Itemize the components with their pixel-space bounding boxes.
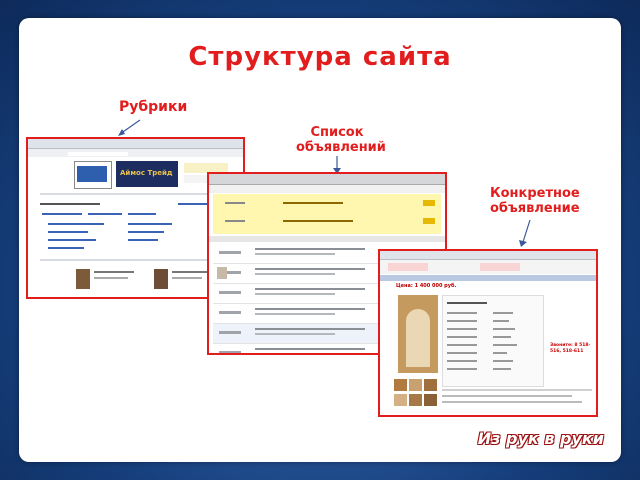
item-thumb bbox=[394, 394, 407, 406]
item-thumb bbox=[409, 394, 422, 406]
highlighted-listings bbox=[213, 194, 441, 234]
ad-banner: Аймос Трейд bbox=[116, 161, 178, 187]
item-thumb bbox=[424, 394, 437, 406]
label-list: Список объявлений bbox=[296, 125, 386, 155]
label-item: Конкретное объявление bbox=[490, 186, 580, 216]
item-price: Цена: 1 400 000 руб. bbox=[396, 283, 457, 289]
item-thumb bbox=[424, 379, 437, 391]
label-item-line1: Конкретное bbox=[490, 186, 580, 201]
label-item-line2: объявление bbox=[490, 201, 580, 216]
ad-banner-text: Аймос Трейд bbox=[120, 169, 173, 177]
browser-address-bar bbox=[28, 149, 243, 157]
slide-title: Структура сайта bbox=[188, 42, 452, 72]
screenshot-item-page: Цена: 1 400 000 руб. Звоните: 8 518-516,… bbox=[378, 249, 598, 417]
label-list-line2: объявлений bbox=[296, 140, 386, 155]
browser-toolbar bbox=[28, 139, 243, 149]
item-thumb bbox=[409, 379, 422, 391]
brand-logo: Из рук в руки bbox=[477, 429, 604, 448]
item-thumb bbox=[394, 379, 407, 391]
arrow-item-icon bbox=[519, 219, 531, 247]
thumbnail-2 bbox=[154, 269, 168, 289]
label-list-line1: Список bbox=[310, 125, 364, 140]
brand-domain: www.irr.ru bbox=[565, 449, 606, 458]
site-logo-box bbox=[74, 161, 112, 189]
thumbnail-1 bbox=[76, 269, 90, 289]
item-contact: Звоните: 8 518-516, 518-611 bbox=[550, 343, 591, 354]
item-main-photo bbox=[398, 295, 438, 373]
list-header-bar bbox=[209, 174, 445, 185]
label-rubrics: Рубрики bbox=[119, 99, 188, 115]
item-details-table bbox=[442, 295, 544, 387]
item-browser-toolbar bbox=[380, 251, 596, 260]
